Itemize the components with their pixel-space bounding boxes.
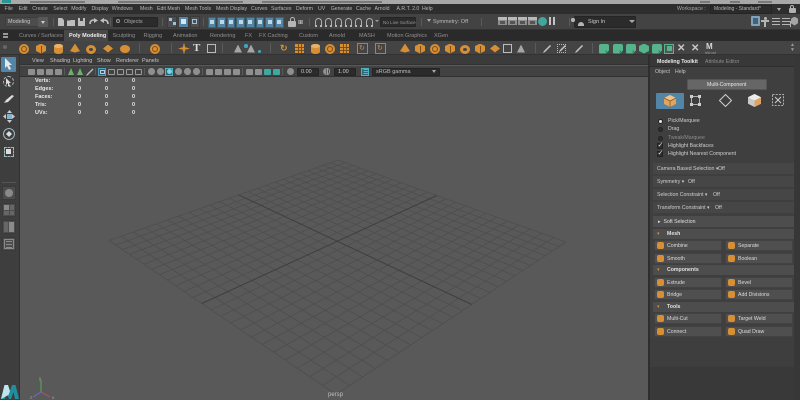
svg-text:x: x	[52, 395, 55, 400]
svg-text:z: z	[30, 395, 33, 400]
